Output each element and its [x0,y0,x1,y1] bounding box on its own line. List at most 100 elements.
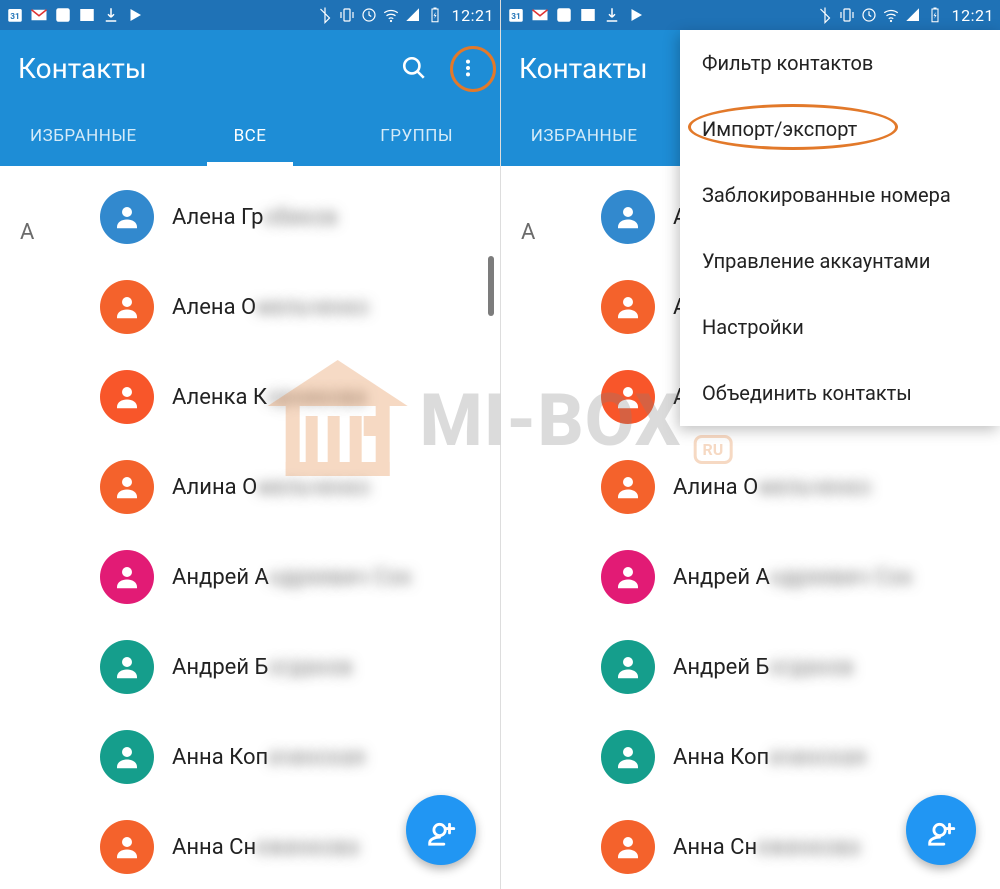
avatar [601,820,655,874]
tab-favorites[interactable]: ИЗБРАННЫЕ [0,106,167,166]
avatar [100,190,154,244]
contact-list[interactable]: А Алена ГробиковАлена ОмельченкоАленка К… [0,166,500,889]
scrollbar-thumb[interactable] [488,256,494,316]
contact-row[interactable]: Алина Омельченко [501,442,1000,532]
avatar [601,370,655,424]
screen-left: 31 12:21 Контакты [0,0,500,889]
download-icon [603,6,621,24]
contact-name: Аленка К [172,385,267,410]
contact-name: Анна Коп [172,745,268,770]
contact-name-blurred: мельченко [758,475,871,500]
contact-name-blurred: ачинская [769,745,866,770]
status-bar: 31 12:21 [0,0,500,30]
gmail-icon [531,6,549,24]
contact-row[interactable]: Алена Омельченко [0,262,500,352]
avatar [601,640,655,694]
wifi-icon [882,6,900,24]
avatar [601,460,655,514]
contact-row[interactable]: Анна Копачинская [501,712,1000,802]
battery-charging-icon [426,6,444,24]
calendar-icon: 31 [507,6,525,24]
section-header: А [521,220,535,245]
menu-blocked-numbers[interactable]: Заблокированные номера [680,162,1000,228]
contact-row[interactable]: Андрей Андреевич Сок [0,532,500,622]
tab-bar: ИЗБРАННЫЕ ВСЕ ГРУППЫ [0,106,500,166]
add-contact-fab[interactable] [906,795,976,865]
contact-name: Андрей Б [673,655,769,680]
menu-merge-contacts[interactable]: Объединить контакты [680,360,1000,426]
menu-manage-accounts[interactable]: Управление аккаунтами [680,228,1000,294]
svg-text:31: 31 [10,12,19,22]
contact-row[interactable]: Андрей Богданов [0,622,500,712]
contact-row[interactable]: Андрей Богданов [501,622,1000,712]
status-time: 12:21 [952,6,994,25]
avatar [100,730,154,784]
app-bar: Контакты [0,30,500,106]
contact-name: Анна Сн [673,835,757,860]
svg-text:31: 31 [511,12,520,22]
contact-name-blurred: ндреевич Сок [269,565,412,590]
sync-icon [360,6,378,24]
section-header: А [20,220,34,245]
status-bar: 31 12:21 [501,0,1000,30]
gallery-icon [78,6,96,24]
bluetooth-icon [316,6,334,24]
contact-row[interactable]: Алина Омельченко [0,442,500,532]
contact-name: Алена О [172,295,256,320]
overflow-menu-button[interactable] [454,54,482,82]
menu-filter-contacts[interactable]: Фильтр контактов [680,30,1000,96]
contact-name: Андрей А [673,565,770,590]
avatar [601,280,655,334]
avatar [100,820,154,874]
contact-name-blurred: ежинкова [256,835,359,860]
status-time: 12:21 [452,6,494,25]
contact-name: Анна Сн [172,835,256,860]
bluetooth-icon [816,6,834,24]
contact-name: Алина О [673,475,758,500]
contact-name: Андрей Б [172,655,268,680]
add-contact-fab[interactable] [406,795,476,865]
screen-right: 31 12:21 Контакты ИЗБРАННЫЕ [500,0,1000,889]
sync-icon [860,6,878,24]
menu-import-export-label: Импорт/экспорт [702,117,857,141]
tab-groups[interactable]: ГРУППЫ [333,106,500,166]
tab-favorites[interactable]: ИЗБРАННЫЕ [501,106,667,166]
avatar [100,550,154,604]
avatar [100,640,154,694]
menu-settings[interactable]: Настройки [680,294,1000,360]
contact-name-blurred: ачинская [268,745,365,770]
app-title: Контакты [519,52,648,85]
play-icon [627,6,645,24]
contact-name-blurred: мельченко [257,475,370,500]
contact-name: Алина О [172,475,257,500]
avatar [100,460,154,514]
calendar-icon: 31 [6,6,24,24]
contact-row[interactable]: Алена Гробиков [0,172,500,262]
vibrate-icon [838,6,856,24]
avatar [100,280,154,334]
play-icon [126,6,144,24]
app-title: Контакты [18,52,147,85]
contact-name-blurred: ндреевич Сок [770,565,913,590]
overflow-menu: Фильтр контактов Импорт/экспорт Заблокир… [680,30,1000,426]
gallery-icon [579,6,597,24]
signal-icon [904,6,922,24]
contact-name: Андрей А [172,565,269,590]
contact-name-blurred: огданов [268,655,352,680]
contact-name-blurred: огданов [769,655,853,680]
signal-icon [404,6,422,24]
contact-name-blurred: обиков [263,205,337,230]
search-button[interactable] [400,54,428,82]
menu-import-export[interactable]: Импорт/экспорт [680,96,1000,162]
contact-row[interactable]: Анна Копачинская [0,712,500,802]
contact-row[interactable]: Аленка Корникова [0,352,500,442]
contact-name: Алена Гр [172,205,263,230]
avatar [601,190,655,244]
contact-name-blurred: мельченко [256,295,369,320]
contact-name-blurred: орникова [267,385,366,410]
avatar [601,550,655,604]
app-icon [54,6,72,24]
contact-name: Анна Коп [673,745,769,770]
tab-all[interactable]: ВСЕ [167,106,334,166]
contact-row[interactable]: Андрей Андреевич Сок [501,532,1000,622]
